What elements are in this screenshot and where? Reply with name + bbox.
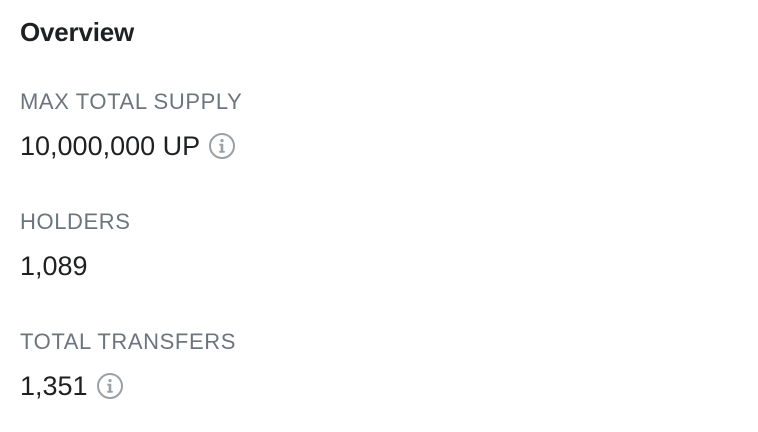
stat-label: MAX TOTAL SUPPLY (20, 89, 243, 114)
info-icon[interactable] (96, 372, 124, 400)
overview-title: Overview (20, 17, 135, 47)
stat-value: 1,351 (20, 371, 88, 401)
info-icon[interactable] (208, 132, 236, 160)
overview-card: Overview MAX TOTAL SUPPLY 10,000,000 UP … (0, 0, 758, 432)
stat-label: HOLDERS (20, 209, 131, 234)
stat-label: TOTAL TRANSFERS (20, 329, 237, 354)
stat-value-row: 10,000,000 UP (20, 129, 242, 163)
stat-value-row: 1,351 (20, 369, 236, 403)
stat-total-transfers: TOTAL TRANSFERS 1,351 (20, 328, 236, 403)
stat-value-row: 1,089 (20, 249, 131, 283)
stat-max-total-supply: MAX TOTAL SUPPLY 10,000,000 UP (20, 88, 242, 163)
stat-value: 10,000,000 UP (20, 131, 201, 161)
stat-value: 1,089 (20, 251, 88, 281)
stat-holders: HOLDERS 1,089 (20, 208, 131, 283)
